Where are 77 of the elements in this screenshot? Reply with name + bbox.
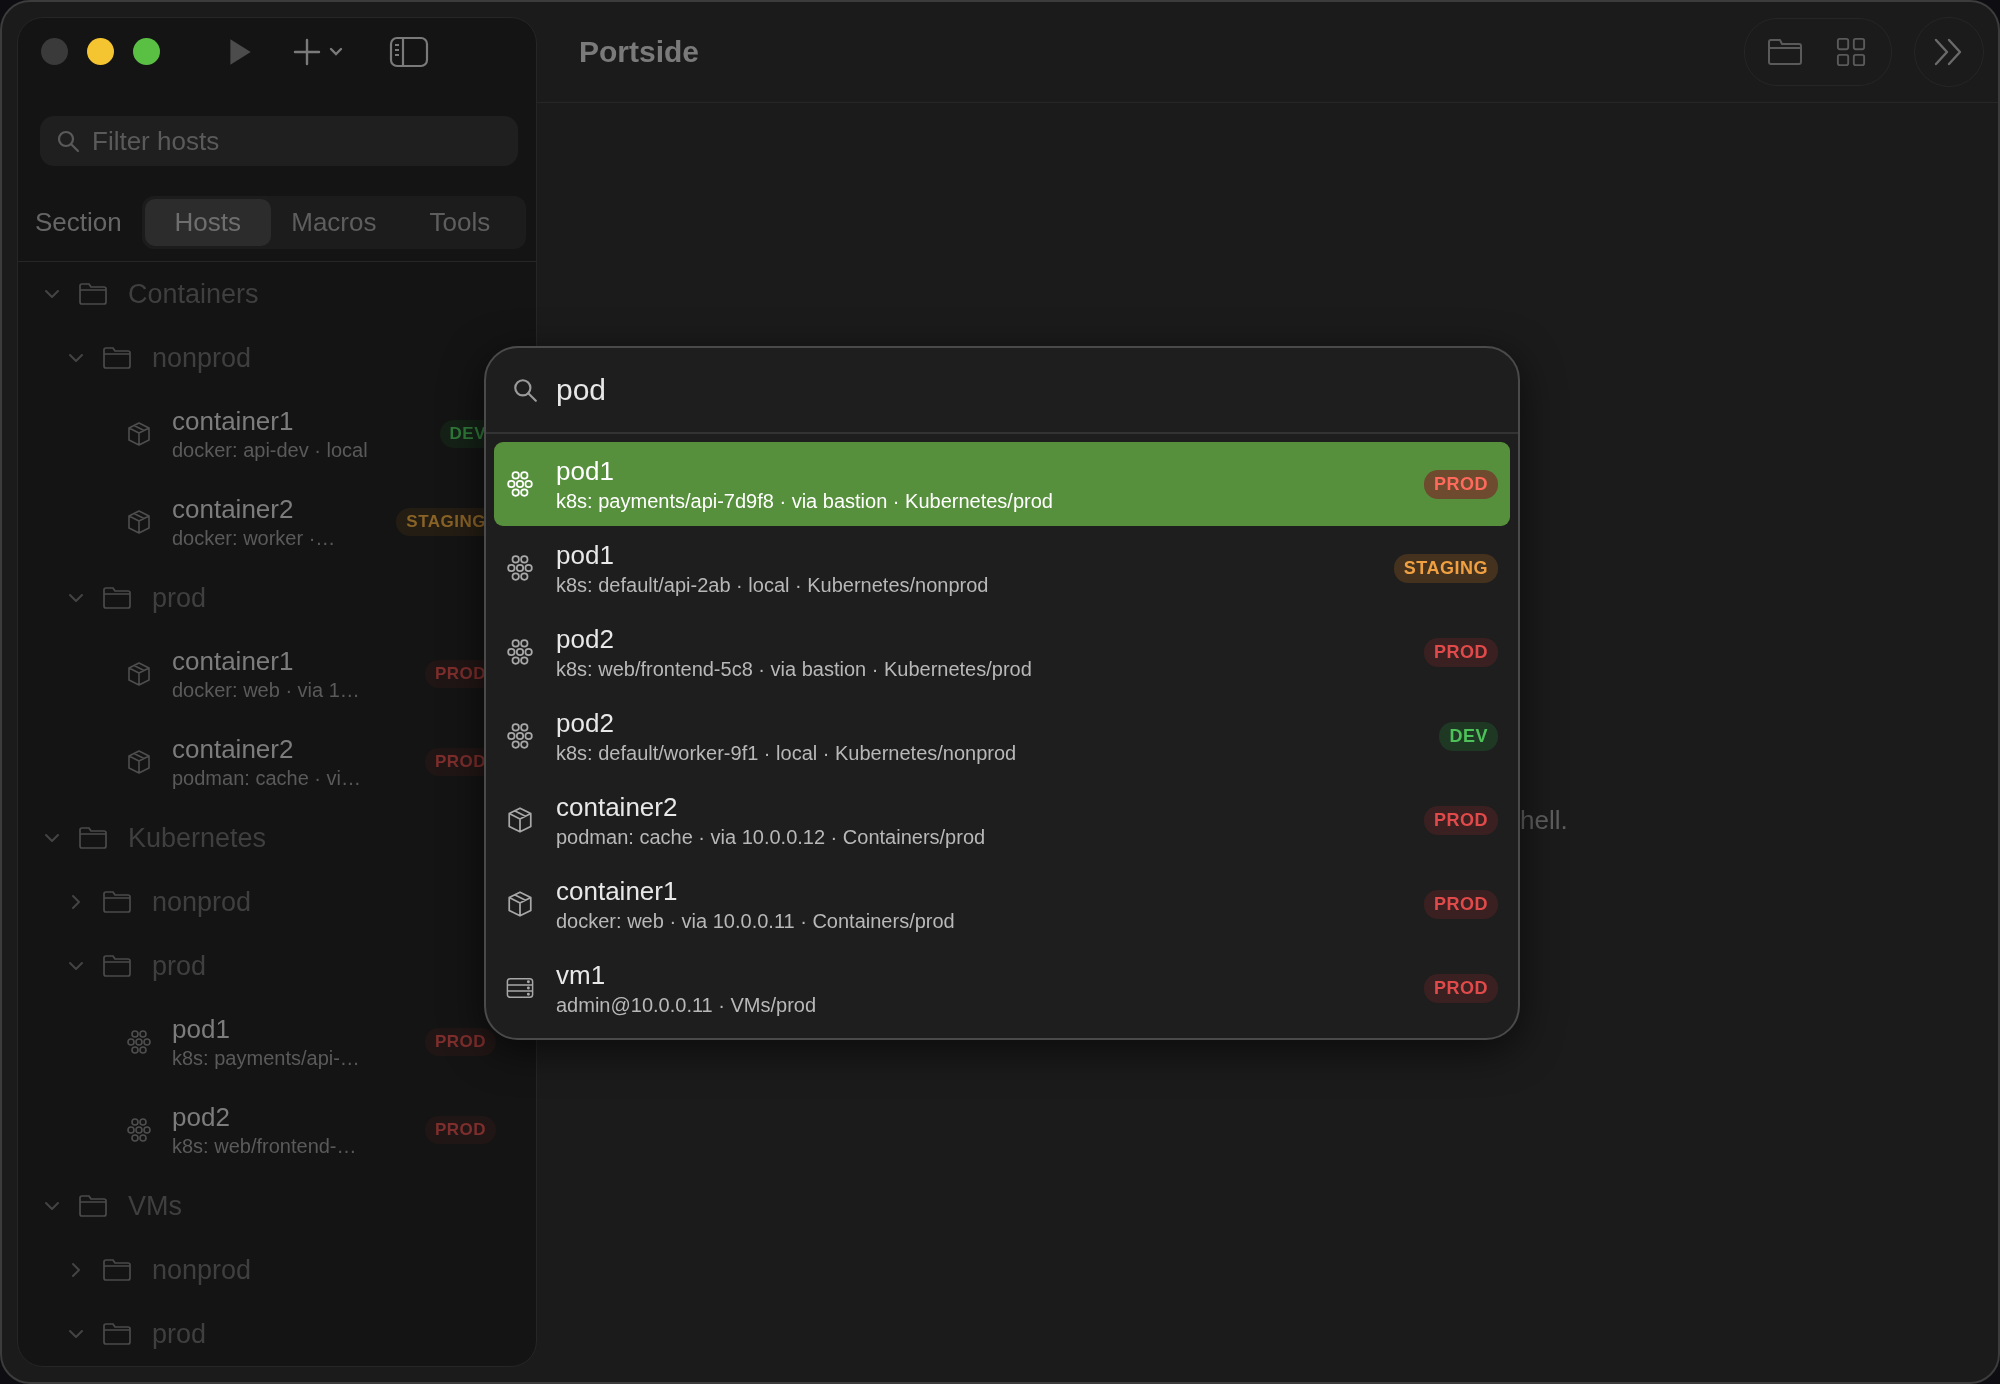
environment-badge: PROD: [1424, 805, 1498, 835]
box-icon: [126, 749, 152, 775]
result-detail: k8s: default/worker-9f1 · local · Kubernetes/nonprod: [556, 741, 1017, 765]
section-tab[interactable]: Tools: [396, 199, 523, 246]
box-icon: [506, 890, 534, 918]
folder-icon: [102, 1322, 132, 1346]
minimize-window-button[interactable]: [87, 38, 114, 66]
environment-badge: PROD: [424, 1116, 496, 1144]
search-icon: [56, 129, 80, 154]
environment-badge: PROD: [1424, 973, 1498, 1003]
host-name[interactable]: container2: [172, 734, 361, 765]
result-name: pod2: [556, 623, 615, 655]
folder-icon: [102, 1258, 132, 1282]
host-detail: docker: worker ·…: [172, 527, 336, 550]
result-detail: k8s: default/api-2ab · local · Kubernetes/nonprod: [556, 573, 989, 597]
folder-icon: [78, 826, 108, 850]
result-name: container2: [556, 791, 679, 823]
environment-badge: STAGING: [1393, 553, 1498, 583]
folder-icon: [102, 586, 132, 610]
host-name[interactable]: container2: [172, 494, 336, 525]
host-detail: podman: cache · vi…: [172, 767, 361, 790]
cluster-icon: [506, 554, 534, 582]
box-icon: [126, 421, 152, 447]
host-name[interactable]: container1: [172, 646, 360, 677]
host-detail: docker: web · via 1…: [172, 679, 360, 702]
play-icon[interactable]: [227, 36, 253, 67]
folder-icon: [78, 1194, 108, 1218]
search-result[interactable]: container2 podman: cache · via 10.0.0.12 · Containers/prod PROD: [494, 778, 1510, 862]
cluster-icon: [506, 722, 534, 750]
sidebar-toggle-icon[interactable]: [389, 35, 429, 68]
cluster-icon: [126, 1029, 152, 1055]
host-name[interactable]: pod2: [172, 1102, 357, 1133]
host-detail: k8s: payments/api-…: [172, 1047, 360, 1070]
search-result[interactable]: container1 docker: web · via 10.0.0.11 · Containers/prod PROD: [494, 862, 1510, 946]
folder-icon: [102, 346, 132, 370]
cluster-icon: [126, 1117, 152, 1143]
environment-badge: PROD: [1424, 637, 1498, 667]
cluster-icon: [506, 470, 534, 498]
environment-badge: DEV: [1439, 721, 1498, 751]
box-icon: [126, 509, 152, 535]
cluster-icon: [506, 638, 534, 666]
result-detail: admin@10.0.0.11 · VMs/prod: [556, 993, 817, 1017]
result-detail: k8s: web/frontend-5c8 · via bastion · Kubernetes/prod: [556, 657, 1032, 681]
search-result[interactable]: pod1 k8s: payments/api-7d9f8 · via bastion · Kubernetes/prod PROD: [494, 442, 1510, 526]
environment-badge: PROD: [1424, 469, 1498, 499]
folder-icon: [102, 890, 132, 914]
empty-state-text: hell.: [1520, 805, 1568, 836]
result-name: pod1: [556, 455, 615, 487]
host-detail: k8s: web/frontend-…: [172, 1135, 357, 1158]
host-detail: docker: api-dev · local: [172, 439, 368, 462]
result-detail: k8s: payments/api-7d9f8 · via bastion · Kubernetes/prod: [556, 489, 1053, 513]
environment-badge: PROD: [1424, 889, 1498, 919]
result-name: vm1: [556, 959, 607, 991]
host-name[interactable]: container1: [172, 406, 368, 437]
search-result[interactable]: pod1 k8s: default/api-2ab · local · Kubernetes/nonprod STAGING: [494, 526, 1510, 610]
zoom-window-button[interactable]: [133, 38, 160, 66]
result-name: pod2: [556, 707, 615, 739]
result-name: container1: [556, 875, 679, 907]
result-detail: docker: web · via 10.0.0.11 · Containers/prod: [556, 909, 955, 933]
environment-badge: PROD: [424, 1028, 496, 1056]
host-name[interactable]: pod1: [172, 1014, 360, 1045]
section-tab[interactable]: Macros: [270, 199, 397, 246]
window-title: Portside: [579, 35, 700, 69]
search-icon: [512, 377, 538, 403]
box-icon: [506, 806, 534, 834]
result-name: pod1: [556, 539, 615, 571]
result-detail: podman: cache · via 10.0.0.12 · Containers/prod: [556, 825, 986, 849]
search-result[interactable]: pod2 k8s: default/worker-9f1 · local · Kubernetes/nonprod DEV: [494, 694, 1510, 778]
folder-icon: [78, 282, 108, 306]
section-tab[interactable]: Hosts: [144, 199, 271, 246]
box-icon: [126, 661, 152, 687]
search-result[interactable]: vm1 admin@10.0.0.11 · VMs/prod PROD: [494, 946, 1510, 1030]
section-label: Section: [35, 207, 122, 238]
search-result[interactable]: pod2 k8s: web/frontend-5c8 · via bastion · Kubernetes/prod PROD: [494, 610, 1510, 694]
close-window-button[interactable]: [41, 38, 68, 66]
folder-icon[interactable]: [1767, 37, 1803, 67]
folder-icon: [102, 954, 132, 978]
